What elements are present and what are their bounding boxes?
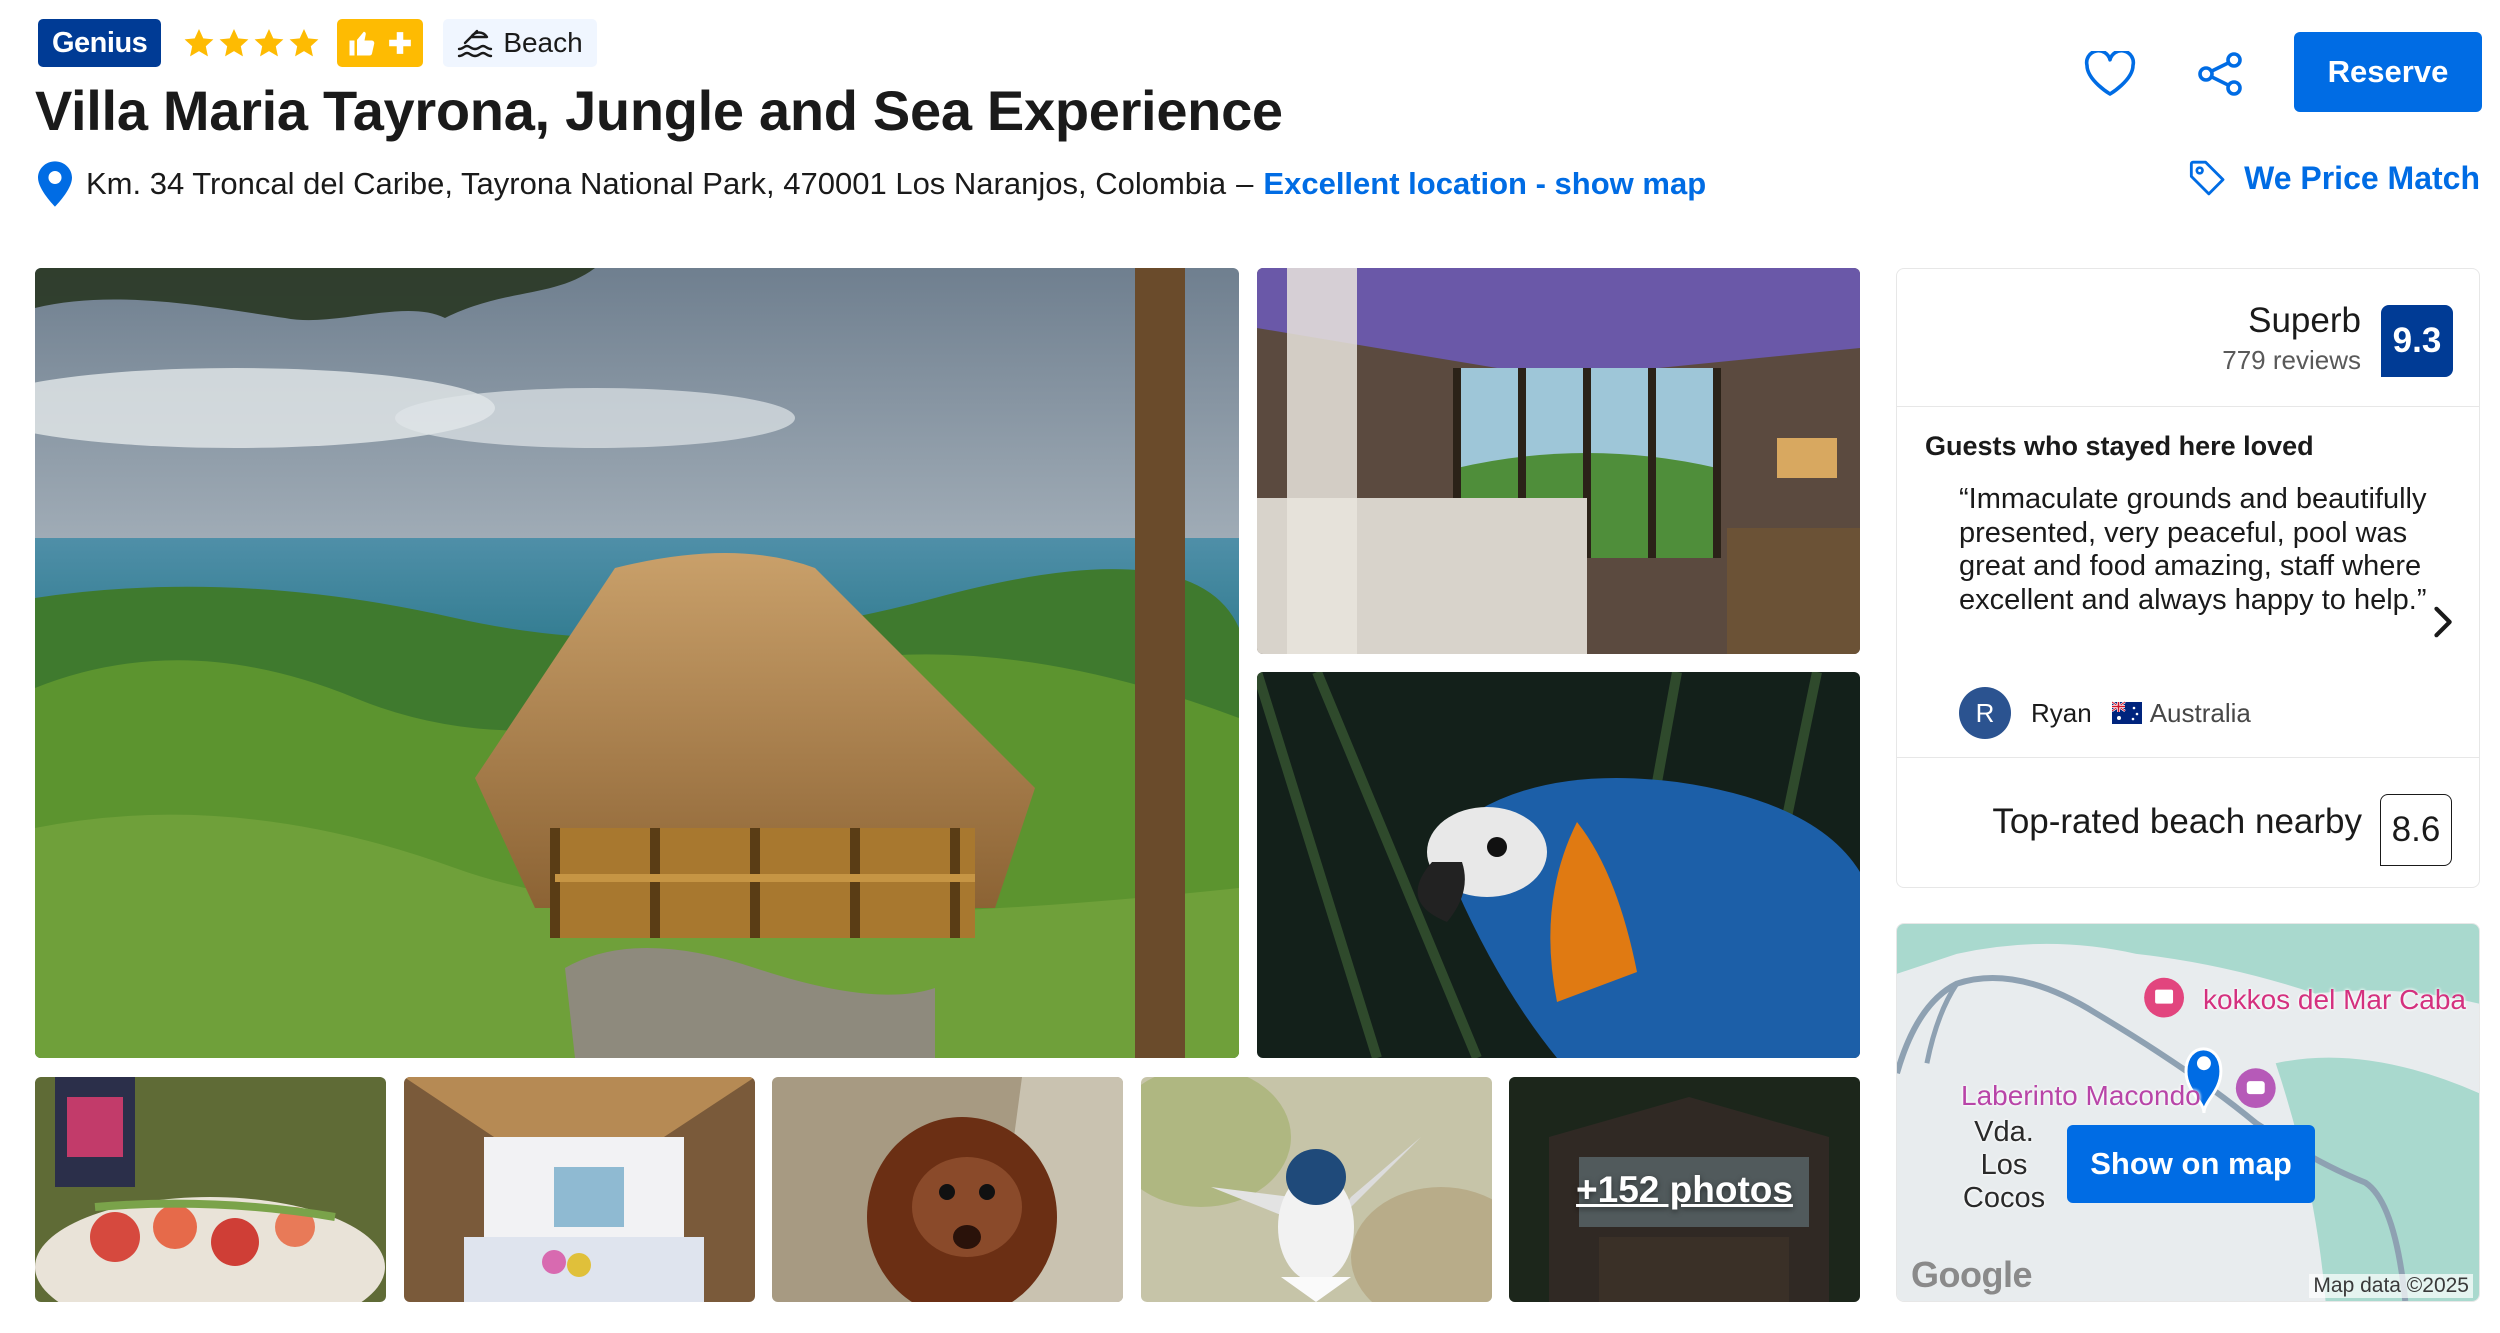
monkey-image (772, 1077, 1123, 1302)
thumbnail-canopy-bed[interactable] (404, 1077, 755, 1302)
score-word: Superb (2248, 301, 2361, 340)
food-image (35, 1077, 386, 1302)
reserve-button[interactable]: Reserve (2294, 32, 2482, 112)
star-icon (254, 29, 284, 57)
thumbnail-building-more[interactable]: +152 photos (1509, 1077, 1860, 1302)
heart-icon (2084, 51, 2136, 96)
address-separator: – (1236, 166, 1254, 201)
star-icon (219, 29, 249, 57)
review-score-badge: 9.3 (2381, 305, 2453, 377)
preferred-partner-badge (337, 19, 424, 67)
bedroom-image (1257, 268, 1860, 654)
badges-row: Genius Beach (38, 19, 597, 67)
beach-score-badge: 8.6 (2380, 794, 2452, 866)
genius-badge: Genius (38, 19, 162, 67)
thumbs-up-icon (349, 31, 375, 56)
beach-chip-label: Beach (503, 27, 583, 58)
address-text: Km. 34 Troncal del Caribe, Tayrona Natio… (86, 166, 1227, 201)
google-logo: Google (1911, 1254, 2033, 1295)
beach-icon (458, 29, 493, 58)
map-poi-landmark: Laberinto Macondo (1961, 1080, 2201, 1111)
review-quote: “Immaculate grounds and beautifully pres… (1959, 483, 2427, 616)
reviewer-country: Australia (2149, 697, 2251, 728)
star-icon (289, 29, 319, 57)
map-preview[interactable]: kokkos del Mar Caba Laberinto Macondo Vd… (1896, 923, 2480, 1302)
star-icon (184, 29, 214, 57)
chevron-right-icon[interactable] (2431, 605, 2457, 639)
photo-macaw[interactable] (1257, 672, 1860, 1058)
thumbnail-hummingbird[interactable] (1141, 1077, 1492, 1302)
property-title: Villa Maria Tayrona, Jungle and Sea Expe… (35, 79, 1283, 142)
share-button[interactable] (2190, 44, 2250, 104)
map-town-label: Vda. Los Cocos (1962, 1116, 2046, 1214)
star-rating (183, 27, 323, 59)
guests-loved-heading: Guests who stayed here loved (1925, 431, 2314, 461)
thumbnail-food[interactable] (35, 1077, 386, 1302)
show-map-link[interactable]: Excellent location - show map (1263, 166, 1706, 202)
show-on-map-button[interactable]: Show on map (2067, 1125, 2315, 1203)
beach-nearby-label: Top-rated beach nearby (1992, 802, 2362, 841)
map-base (1897, 924, 2479, 1301)
plus-icon (389, 32, 412, 54)
beach-chip: Beach (443, 19, 597, 67)
share-icon (2198, 52, 2242, 96)
map-poi-hotel: kokkos del Mar Caba (2203, 984, 2467, 1015)
reviewer-info: R Ryan Australia (1959, 687, 2251, 739)
main-photo-thatched-hut[interactable] (35, 268, 1239, 1058)
location-pin-icon (38, 161, 72, 207)
review-score-card: Superb 779 reviews 9.3 Guests who stayed… (1896, 268, 2480, 888)
price-tag-icon (2189, 160, 2225, 196)
top-rated-beach-row[interactable]: Top-rated beach nearby 8.6 (1897, 757, 2479, 889)
more-photos-link[interactable]: +152 photos (1509, 1077, 1860, 1302)
thumbnail-monkey[interactable] (772, 1077, 1123, 1302)
australia-flag-icon (2111, 701, 2142, 724)
score-row[interactable]: Superb 779 reviews 9.3 (1897, 269, 2479, 407)
price-match-label: We Price Match (2244, 159, 2480, 196)
hummingbird-image (1141, 1077, 1492, 1302)
review-count: 779 reviews (2222, 345, 2361, 375)
hut-image (35, 268, 1239, 1058)
photo-bedroom-view[interactable] (1257, 268, 1860, 654)
map-attribution: Map data ©2025 (2309, 1274, 2473, 1298)
reviewer-name: Ryan (2031, 697, 2092, 728)
save-to-wishlist-button[interactable] (2080, 44, 2140, 104)
address-row: Km. 34 Troncal del Caribe, Tayrona Natio… (38, 160, 1706, 208)
price-match-link[interactable]: We Price Match (2188, 152, 2480, 204)
macaw-image (1257, 672, 1860, 1058)
canopy-bed-image (404, 1077, 755, 1302)
avatar: R (1959, 687, 2011, 739)
